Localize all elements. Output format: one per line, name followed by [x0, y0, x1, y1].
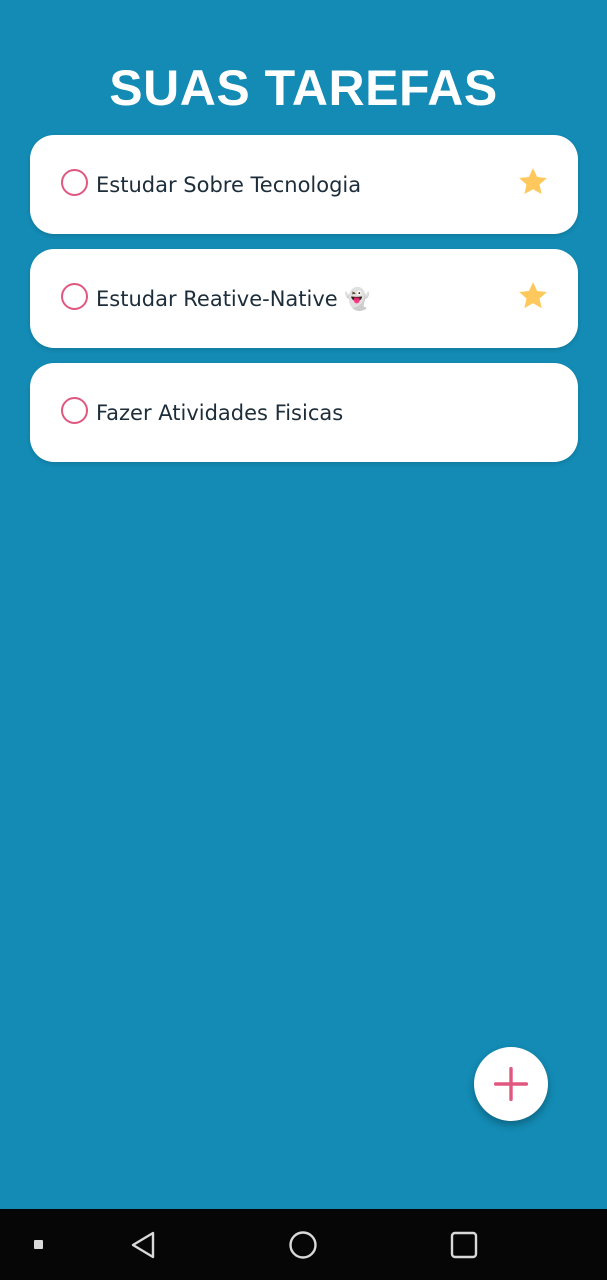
task-label: Fazer Atividades Fisicas: [96, 401, 344, 425]
plus-icon: [494, 1067, 528, 1101]
task-card[interactable]: Estudar Reative-Native 👻: [30, 249, 578, 348]
recents-dot-icon[interactable]: [34, 1240, 43, 1249]
task-checkbox[interactable]: [61, 169, 88, 196]
page-title: SUAS TAREFAS: [109, 60, 498, 116]
star-icon[interactable]: [516, 279, 550, 313]
task-checkbox[interactable]: [61, 283, 88, 310]
task-label: Estudar Sobre Tecnologia: [96, 173, 362, 197]
back-icon[interactable]: [129, 1230, 157, 1260]
system-navigation-bar: [0, 1209, 607, 1280]
star-icon[interactable]: [516, 165, 550, 199]
task-checkbox[interactable]: [61, 397, 88, 424]
home-icon[interactable]: [288, 1230, 318, 1260]
overview-icon[interactable]: [450, 1231, 478, 1259]
task-list: Estudar Sobre Tecnologia Estudar Reative…: [30, 135, 578, 477]
app-screen: SUAS TAREFAS Estudar Sobre Tecnologia Es…: [0, 0, 607, 1209]
add-task-button[interactable]: [474, 1047, 548, 1121]
task-label: Estudar Reative-Native 👻: [96, 287, 371, 311]
task-card[interactable]: Fazer Atividades Fisicas: [30, 363, 578, 462]
task-card[interactable]: Estudar Sobre Tecnologia: [30, 135, 578, 234]
